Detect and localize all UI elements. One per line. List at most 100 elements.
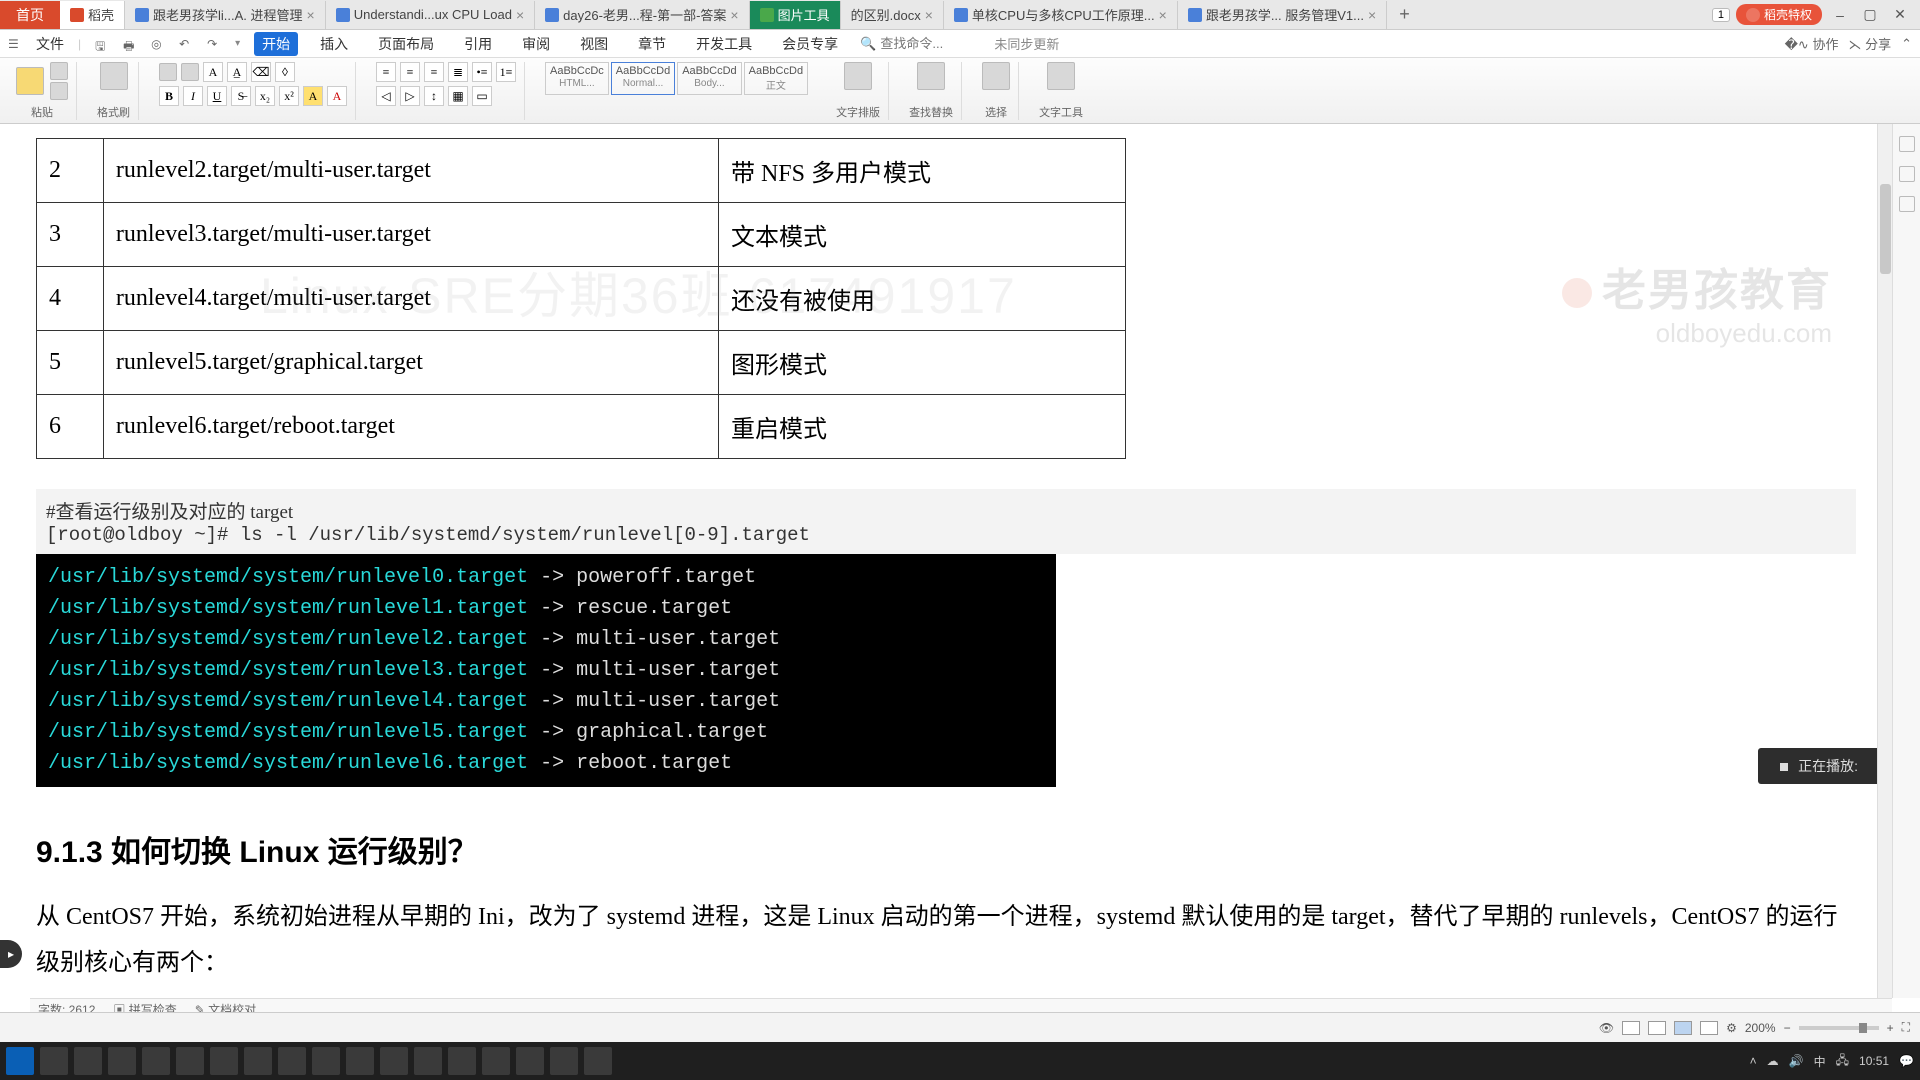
caret-icon[interactable]: ▾ — [235, 38, 240, 49]
tray-network-icon[interactable]: 🖧 — [1836, 1051, 1849, 1072]
close-icon[interactable]: × — [730, 7, 738, 23]
title-tab[interactable]: 跟老男孩学... 服务管理V1...× — [1178, 1, 1387, 29]
indent-inc-icon[interactable]: ▷ — [400, 86, 420, 106]
bullets-icon[interactable]: •≡ — [472, 62, 492, 82]
border-icon[interactable]: ▭ — [472, 86, 492, 106]
italic-button[interactable]: I — [183, 86, 203, 106]
new-tab-button[interactable]: + — [1387, 4, 1422, 25]
font-grow-icon[interactable] — [159, 63, 177, 81]
taskbar-app[interactable] — [380, 1047, 408, 1075]
ribbon-tab[interactable]: 会员专享 — [774, 32, 846, 56]
taskbar-app[interactable] — [584, 1047, 612, 1075]
scroll-thumb[interactable] — [1880, 184, 1891, 274]
notify-badge[interactable]: 1 — [1712, 8, 1730, 22]
ribbon-tab[interactable]: 审阅 — [514, 32, 558, 56]
vertical-scrollbar[interactable] — [1877, 124, 1893, 998]
taskbar-app[interactable] — [176, 1047, 204, 1075]
close-icon[interactable]: × — [516, 7, 524, 23]
ribbon-tab-start[interactable]: 开始 — [254, 32, 298, 56]
zoom-out-button[interactable]: − — [1784, 1021, 1791, 1035]
taskbar-app[interactable] — [516, 1047, 544, 1075]
line-space-icon[interactable]: ↕ — [424, 86, 444, 106]
taskbar-app[interactable] — [482, 1047, 510, 1075]
close-icon[interactable]: × — [307, 7, 315, 23]
style-box[interactable]: AaBbCcDd正文 — [744, 62, 808, 95]
numbering-icon[interactable]: 1≡ — [496, 62, 516, 82]
format-painter-icon[interactable] — [100, 62, 128, 90]
sup-button[interactable]: x² — [279, 86, 299, 106]
home-tab[interactable]: 首页 — [0, 1, 60, 29]
clear-fmt-icon[interactable]: ⌫ — [251, 62, 271, 82]
text-layout-icon[interactable] — [844, 62, 872, 90]
preview-icon[interactable]: ◎ — [151, 37, 165, 51]
font-color-icon[interactable]: A — [327, 86, 347, 106]
sub-button[interactable]: x₂ — [255, 86, 275, 106]
style-box[interactable]: AaBbCcDcHTML... — [545, 62, 609, 95]
view-web-icon[interactable] — [1674, 1021, 1692, 1035]
fullscreen-icon[interactable]: ⛶ — [1902, 1020, 1910, 1035]
align-left-icon[interactable]: ≡ — [376, 62, 396, 82]
tray-icon[interactable]: 🔊 — [1789, 1054, 1804, 1068]
ribbon-tab[interactable]: 开发工具 — [688, 32, 760, 56]
search-icon[interactable] — [40, 1047, 68, 1075]
paste-icon[interactable] — [16, 67, 44, 95]
align-right-icon[interactable]: ≡ — [424, 62, 444, 82]
view-page-icon[interactable] — [1622, 1021, 1640, 1035]
view-read-icon[interactable] — [1700, 1021, 1718, 1035]
tray-chevron-icon[interactable]: ˄ — [1750, 1054, 1757, 1068]
menu-icon[interactable]: ☰ — [8, 37, 22, 51]
ribbon-tab[interactable]: 章节 — [630, 32, 674, 56]
taskbar-app[interactable] — [210, 1047, 238, 1075]
view-outline-icon[interactable] — [1648, 1021, 1666, 1035]
cortana-icon[interactable] — [74, 1047, 102, 1075]
font-a-icon[interactable]: A̲ — [227, 62, 247, 82]
ribbon-tab[interactable]: 视图 — [572, 32, 616, 56]
undo-icon[interactable]: ↶ — [179, 37, 193, 51]
file-menu[interactable]: 文件 — [36, 34, 64, 54]
align-justify-icon[interactable]: ≣ — [448, 62, 468, 82]
title-tab[interactable]: 的区别.docx× — [841, 1, 944, 29]
eraser-icon[interactable]: ◊ — [275, 62, 295, 82]
taskview-icon[interactable] — [108, 1047, 136, 1075]
ribbon-tab[interactable]: 页面布局 — [370, 32, 442, 56]
zoom-value[interactable]: 200% — [1745, 1021, 1776, 1035]
member-button[interactable]: 稻壳特权 — [1736, 4, 1822, 25]
close-icon[interactable]: × — [1368, 7, 1376, 23]
bold-button[interactable]: B — [159, 86, 179, 106]
taskbar-app[interactable] — [142, 1047, 170, 1075]
title-tab[interactable]: 稻壳 — [60, 1, 125, 29]
ribbon-tab[interactable]: 插入 — [312, 32, 356, 56]
save-icon[interactable]: 🖫 — [95, 37, 109, 51]
style-box[interactable]: AaBbCcDdNormal... — [611, 62, 675, 95]
close-icon[interactable]: × — [1159, 7, 1167, 23]
taskbar-app[interactable] — [550, 1047, 578, 1075]
taskbar-app[interactable] — [414, 1047, 442, 1075]
settings-icon[interactable]: ⚙ — [1726, 1021, 1737, 1035]
taskbar-app[interactable] — [244, 1047, 272, 1075]
title-tab[interactable]: 单核CPU与多核CPU工作原理...× — [944, 1, 1178, 29]
print-icon[interactable]: 🖶 — [123, 37, 137, 51]
align-center-icon[interactable]: ≡ — [400, 62, 420, 82]
taskbar-app[interactable] — [346, 1047, 374, 1075]
window-minimize[interactable]: – — [1828, 7, 1852, 23]
text-tools-icon[interactable] — [1047, 62, 1075, 90]
font-shrink-icon[interactable] — [181, 63, 199, 81]
tray-ime-icon[interactable]: 中 — [1814, 1053, 1826, 1070]
taskbar-app[interactable] — [312, 1047, 340, 1075]
window-maximize[interactable]: ▢ — [1858, 6, 1882, 23]
windows-taskbar[interactable]: ˄ ☁ 🔊 中 🖧 10:51 💬 — [0, 1042, 1920, 1080]
title-tab[interactable]: Understandi...ux CPU Load× — [326, 1, 535, 29]
taskbar-app[interactable] — [278, 1047, 306, 1075]
ribbon-tab[interactable]: 引用 — [456, 32, 500, 56]
edit-icon[interactable] — [1899, 136, 1915, 152]
find-icon[interactable] — [917, 62, 945, 90]
tray-icon[interactable]: ☁ — [1767, 1054, 1779, 1068]
select-icon[interactable] — [982, 62, 1010, 90]
zoom-in-button[interactable]: + — [1887, 1021, 1894, 1035]
font-a-icon[interactable]: A — [203, 62, 223, 82]
underline-button[interactable]: U — [207, 86, 227, 106]
cursor-icon[interactable] — [1899, 166, 1915, 182]
notification-icon[interactable]: 💬 — [1899, 1054, 1914, 1068]
collapse-ribbon-icon[interactable]: ⌃ — [1901, 36, 1912, 52]
command-search[interactable]: 🔍 — [860, 36, 980, 52]
